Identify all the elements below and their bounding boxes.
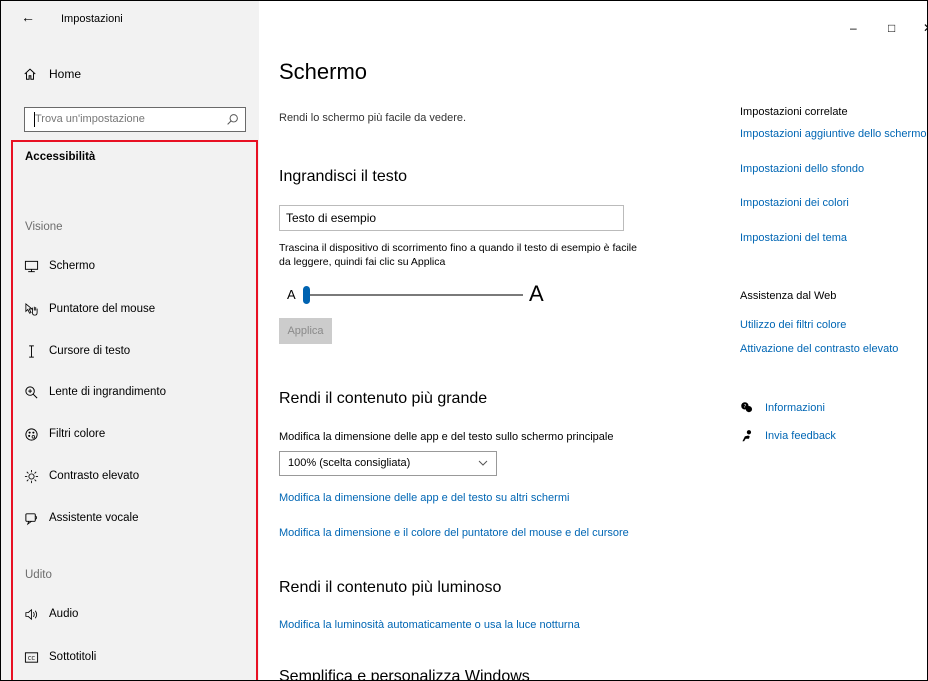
chevron-down-icon	[478, 460, 488, 466]
search-icon[interactable]	[226, 113, 239, 126]
link-brightness[interactable]: Modifica la luminosità automaticamente o…	[279, 619, 580, 631]
chat-help-icon: ?	[741, 402, 753, 413]
search-box[interactable]	[24, 107, 246, 132]
main-content: – □ ✕ Schermo Rendi lo schermo più facil…	[259, 1, 927, 681]
link-color-settings[interactable]: Impostazioni dei colori	[740, 197, 849, 209]
feedback-link[interactable]: Invia feedback	[740, 429, 836, 442]
apply-button[interactable]: Applica	[279, 318, 332, 344]
search-input[interactable]	[25, 108, 225, 130]
slider-max-label: A	[529, 281, 544, 306]
page-description: Rendi lo schermo più facile da vedere.	[279, 112, 467, 124]
page-title: Schermo	[279, 59, 368, 84]
related-settings-heading: Impostazioni correlate	[740, 106, 848, 118]
link-background-settings[interactable]: Impostazioni dello sfondo	[740, 163, 864, 175]
link-high-contrast-help[interactable]: Attivazione del contrasto elevato	[740, 343, 898, 355]
slider-track[interactable]	[305, 294, 523, 296]
scale-dropdown[interactable]: 100% (scelta consigliata)	[279, 451, 497, 476]
web-help-heading: Assistenza dal Web	[740, 290, 837, 302]
home-link[interactable]: Home	[23, 67, 81, 81]
sample-text-box: Testo di esempio	[279, 205, 624, 231]
link-pointer-size[interactable]: Modifica la dimensione e il colore del p…	[279, 527, 629, 539]
heading-content-size: Rendi il contenuto più grande	[279, 390, 488, 407]
home-icon	[24, 68, 36, 80]
svg-text:?: ?	[744, 404, 747, 410]
window-title: Impostazioni	[61, 13, 123, 25]
text-size-hint: Trascina il dispositivo di scorrimento f…	[279, 242, 637, 268]
heading-brightness: Rendi il contenuto più luminoso	[279, 579, 502, 596]
maximize-button[interactable]: □	[888, 21, 895, 35]
back-arrow-icon[interactable]: ←	[21, 9, 35, 25]
minimize-button[interactable]: –	[850, 21, 857, 35]
heading-text-size: Ingrandisci il testo	[279, 168, 408, 185]
link-color-filters-help[interactable]: Utilizzo dei filtri colore	[740, 319, 846, 331]
text-size-slider[interactable]: A A	[287, 281, 557, 307]
info-label: Informazioni	[765, 401, 825, 414]
feedback-label: Invia feedback	[765, 429, 836, 442]
slider-thumb[interactable]	[303, 286, 310, 304]
link-advanced-display[interactable]: Impostazioni aggiuntive dello schermo	[740, 128, 927, 140]
accessibility-highlight-box	[11, 140, 258, 680]
close-button[interactable]: ✕	[923, 21, 927, 35]
feedback-icon	[742, 430, 752, 442]
slider-min-label: A	[287, 287, 296, 302]
link-other-screens[interactable]: Modifica la dimensione delle app e del t…	[279, 492, 569, 504]
content-size-label: Modifica la dimensione delle app e del t…	[279, 431, 614, 443]
title-bar: ← Impostazioni	[1, 1, 259, 37]
sidebar: ← Impostazioni Home Accessibilità Vision…	[1, 1, 259, 680]
settings-window: ← Impostazioni Home Accessibilità Vision…	[0, 0, 928, 681]
text-caret	[34, 112, 35, 127]
info-link[interactable]: ? Informazioni	[740, 401, 825, 414]
link-theme-settings[interactable]: Impostazioni del tema	[740, 232, 847, 244]
home-label: Home	[49, 67, 82, 81]
scale-dropdown-value: 100% (scelta consigliata)	[288, 457, 411, 469]
heading-simplify: Semplifica e personalizza Windows	[279, 668, 530, 681]
